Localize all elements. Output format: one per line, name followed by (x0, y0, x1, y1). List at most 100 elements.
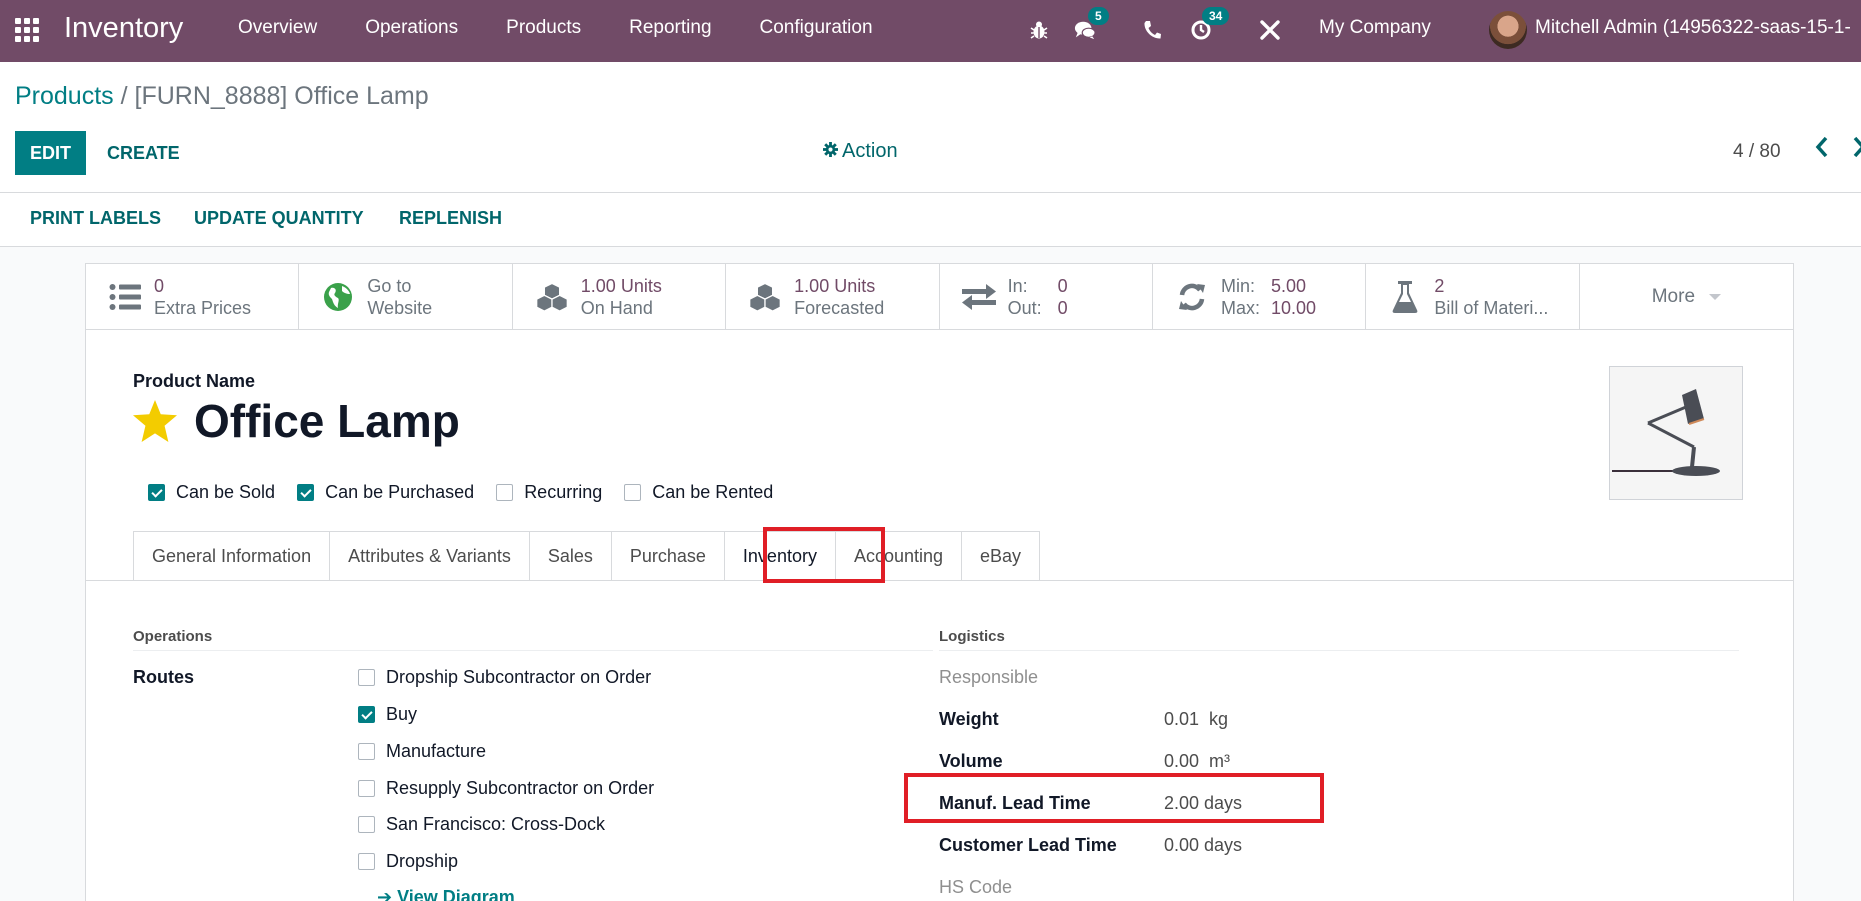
route-label: Dropship Subcontractor on Order (386, 667, 652, 687)
checkbox-checked[interactable] (358, 706, 375, 723)
max-value: 10.00 (1270, 297, 1316, 318)
action-dropdown[interactable]: Action (823, 140, 898, 163)
print-labels-button[interactable]: PRINT LABELS (30, 208, 161, 229)
gear-icon (823, 140, 838, 163)
customer-lead-time-label: Customer Lead Time (939, 835, 1117, 855)
can-be-sold-checkbox[interactable]: Can be Sold (148, 482, 275, 503)
route-buy[interactable]: Buy (358, 704, 417, 725)
phone-icon[interactable] (1141, 19, 1163, 41)
checkbox-checked[interactable] (297, 484, 315, 501)
replenish-button[interactable]: REPLENISH (399, 208, 502, 229)
checkbox-unchecked[interactable] (624, 484, 642, 501)
bom-count: 2 (1434, 275, 1445, 296)
tab-general-information[interactable]: General Information (133, 531, 330, 581)
volume-label: Volume (939, 751, 1003, 771)
can-be-sold-label: Can be Sold (176, 482, 276, 502)
tab-ebay[interactable]: eBay (961, 531, 1041, 581)
menu-products[interactable]: Products (506, 17, 581, 39)
company-switcher[interactable]: My Company (1319, 17, 1431, 39)
checkbox-unchecked[interactable] (358, 780, 375, 797)
flask-icon (1388, 280, 1422, 314)
menu-reporting[interactable]: Reporting (629, 17, 711, 39)
operations-divider (133, 650, 933, 651)
menu-operations[interactable]: Operations (365, 17, 458, 39)
more-dropdown[interactable]: More (1580, 264, 1793, 329)
more-label: More (1651, 285, 1696, 307)
app-name[interactable]: Inventory (64, 12, 183, 45)
action-label: Action (842, 140, 898, 162)
checkbox-unchecked[interactable] (358, 743, 375, 760)
edit-button[interactable]: EDIT (15, 131, 86, 175)
inventory-tab-highlight (763, 527, 885, 583)
cubes-icon (748, 280, 782, 314)
update-quantity-button[interactable]: UPDATE QUANTITY (194, 208, 364, 229)
breadcrumb-current: [FURN_8888] Office Lamp (134, 82, 429, 110)
forecasted-label: Forecasted (794, 297, 885, 318)
tools-icon[interactable] (1259, 19, 1281, 41)
go-to-website-button[interactable]: Go to Website (299, 264, 513, 329)
messages-icon[interactable]: 5 (1074, 7, 1109, 41)
bug-icon[interactable] (1028, 19, 1050, 41)
caret-down-icon (1709, 293, 1722, 300)
tab-sales[interactable]: Sales (528, 531, 611, 581)
forecasted-button[interactable]: 1.00 Units Forecasted (726, 264, 940, 329)
breadcrumb-separator: / (113, 82, 135, 110)
can-be-rented-checkbox[interactable]: Can be Rented (624, 482, 773, 503)
weight-label: Weight (939, 709, 999, 729)
route-dropship-subcontractor[interactable]: Dropship Subcontractor on Order (358, 667, 651, 688)
out-value: 0 (1057, 297, 1068, 318)
breadcrumb: Products / [FURN_8888] Office Lamp (15, 82, 429, 111)
list-icon (108, 280, 142, 314)
bill-of-materials-button[interactable]: 2 Bill of Materi... (1366, 264, 1580, 329)
route-label: Resupply Subcontractor on Order (386, 778, 655, 798)
pager-value[interactable]: 4 / 80 (1733, 141, 1781, 163)
on-hand-button[interactable]: 1.00 Units On Hand (513, 264, 727, 329)
route-dropship[interactable]: Dropship (358, 851, 458, 872)
can-be-purchased-checkbox[interactable]: Can be Purchased (297, 482, 474, 503)
extra-prices-button[interactable]: 0 Extra Prices (86, 264, 300, 329)
globe-icon (321, 280, 355, 314)
control-panel-divider (0, 192, 1861, 193)
in-out-button[interactable]: In: 0 Out: 0 (940, 264, 1153, 329)
in-label: In: (1007, 275, 1028, 296)
checkbox-unchecked[interactable] (496, 484, 514, 501)
min-max-button[interactable]: Min: 5.00 Max: 10.00 (1153, 264, 1367, 329)
extra-prices-label: Extra Prices (154, 297, 252, 318)
tabs-divider (86, 580, 1793, 581)
can-be-rented-label: Can be Rented (652, 482, 774, 502)
tab-purchase[interactable]: Purchase (610, 531, 724, 581)
pager-previous-button[interactable] (1815, 136, 1829, 165)
breadcrumb-products-link[interactable]: Products (15, 82, 114, 110)
checkbox-unchecked[interactable] (358, 853, 375, 870)
desk-lamp-image (1610, 367, 1742, 499)
operations-group-title: Operations (133, 628, 213, 645)
product-image[interactable] (1609, 366, 1743, 500)
tab-attributes-variants[interactable]: Attributes & Variants (329, 531, 529, 581)
volume-value: 0.00 m³ (1164, 751, 1231, 771)
customer-lead-time-value: 0.00 days (1164, 835, 1243, 855)
create-button[interactable]: CREATE (107, 131, 180, 175)
checkbox-checked[interactable] (148, 484, 165, 501)
responsible-label[interactable]: Responsible (939, 667, 1038, 688)
route-label: Buy (386, 704, 418, 724)
route-sf-cross-dock[interactable]: San Francisco: Cross-Dock (358, 814, 605, 835)
user-menu[interactable]: Mitchell Admin (14956322-saas-15-1- (1535, 17, 1851, 39)
pager-next-button[interactable] (1852, 136, 1861, 165)
route-manufacture[interactable]: Manufacture (358, 741, 486, 762)
recurring-checkbox[interactable]: Recurring (496, 482, 602, 503)
min-value: 5.00 (1270, 275, 1306, 296)
favorite-star-icon[interactable] (132, 399, 178, 450)
weight-value: 0.01 kg (1164, 709, 1229, 729)
logistics-group-title: Logistics (939, 628, 1005, 645)
menu-configuration[interactable]: Configuration (760, 17, 873, 39)
checkbox-unchecked[interactable] (358, 669, 375, 686)
checkbox-unchecked[interactable] (358, 816, 375, 833)
activities-icon[interactable]: 34 (1190, 7, 1230, 41)
apps-menu-icon[interactable] (15, 18, 41, 42)
route-resupply-subcontractor[interactable]: Resupply Subcontractor on Order (358, 778, 654, 799)
manuf-lead-time-highlight (904, 773, 1324, 823)
user-avatar[interactable] (1489, 11, 1527, 49)
forecasted-quantity: 1.00 Units (794, 275, 876, 296)
menu-overview[interactable]: Overview (238, 17, 317, 39)
view-diagram-link[interactable]: ➔ View Diagram (377, 887, 515, 901)
